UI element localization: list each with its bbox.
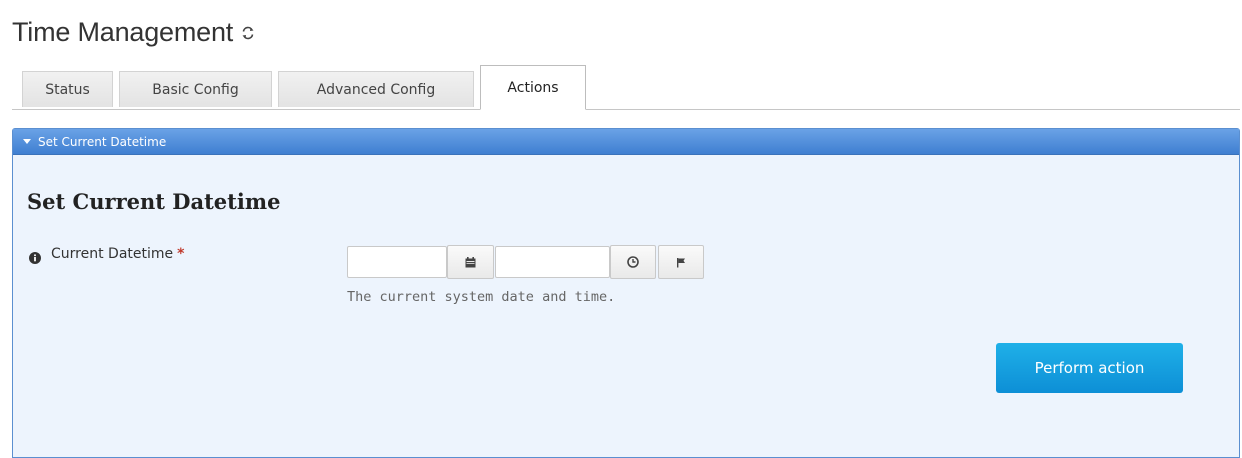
field-label-text: Current Datetime	[51, 246, 174, 262]
page-title: Time Management	[12, 16, 234, 47]
calendar-icon	[465, 253, 476, 272]
now-button[interactable]	[658, 245, 704, 279]
calendar-button[interactable]	[447, 245, 494, 279]
tab-label: Status	[45, 81, 90, 98]
time-input[interactable]	[495, 246, 610, 278]
page-header: Time Management	[12, 14, 255, 50]
date-input[interactable]	[347, 246, 447, 278]
refresh-icon[interactable]	[241, 25, 255, 40]
caret-down-icon	[23, 139, 31, 144]
panel-header-label: Set Current Datetime	[38, 134, 167, 149]
tab-label: Actions	[507, 79, 559, 96]
tab-label: Basic Config	[152, 81, 239, 98]
tab-basic-config[interactable]: Basic Config	[119, 71, 272, 107]
section-title: Set Current Datetime	[27, 189, 281, 214]
tab-actions[interactable]: Actions	[480, 65, 586, 110]
clock-icon	[627, 253, 639, 272]
tab-bar: Status Basic Config Advanced Config Acti…	[12, 64, 1240, 110]
info-icon[interactable]	[29, 249, 41, 264]
tab-label: Advanced Config	[316, 81, 436, 98]
field-label: Current Datetime *	[51, 246, 184, 262]
flag-icon	[676, 253, 687, 272]
clock-button[interactable]	[610, 245, 656, 279]
tab-status[interactable]: Status	[22, 71, 113, 107]
required-marker: *	[177, 246, 185, 262]
perform-action-button[interactable]: Perform action	[996, 343, 1183, 393]
action-panel: Set Current Datetime Set Current Datetim…	[12, 128, 1240, 458]
panel-header[interactable]: Set Current Datetime	[13, 129, 1239, 155]
field-help-text: The current system date and time.	[347, 289, 616, 305]
tab-advanced-config[interactable]: Advanced Config	[278, 71, 474, 107]
